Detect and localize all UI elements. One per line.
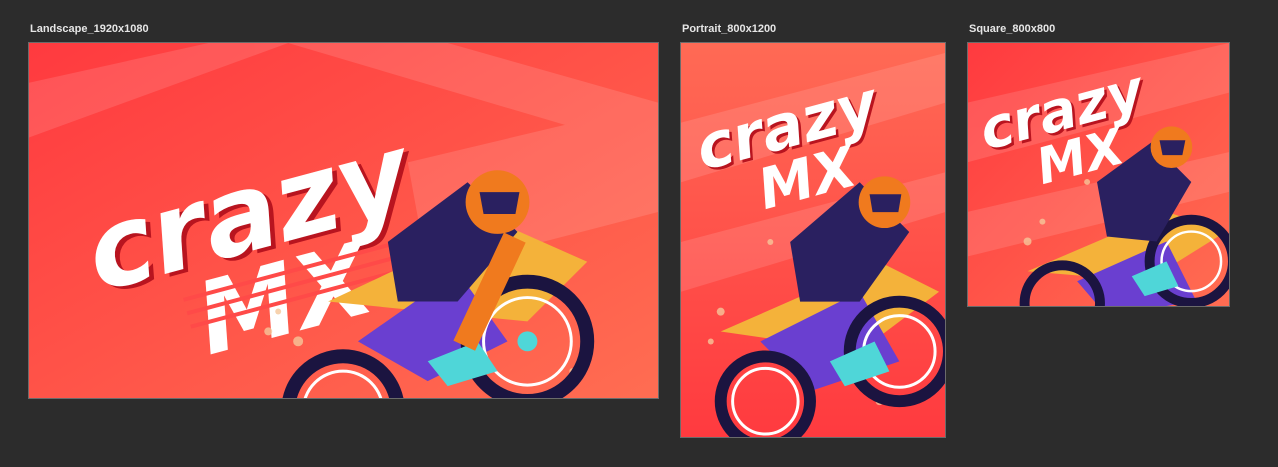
artwork-portrait: crazy crazy MX xyxy=(681,43,945,437)
frame-square[interactable]: crazy crazy MX xyxy=(967,42,1230,307)
frame-portrait[interactable]: crazy crazy MX xyxy=(680,42,946,438)
frame-label-portrait[interactable]: Portrait_800x1200 xyxy=(682,23,776,35)
frame-label-landscape[interactable]: Landscape_1920x1080 xyxy=(30,23,149,35)
artwork-square: crazy crazy MX xyxy=(968,43,1229,306)
frame-landscape[interactable]: crazy crazy MX xyxy=(28,42,659,399)
frame-label-square[interactable]: Square_800x800 xyxy=(969,23,1055,35)
artwork-landscape: crazy crazy MX xyxy=(29,43,658,398)
